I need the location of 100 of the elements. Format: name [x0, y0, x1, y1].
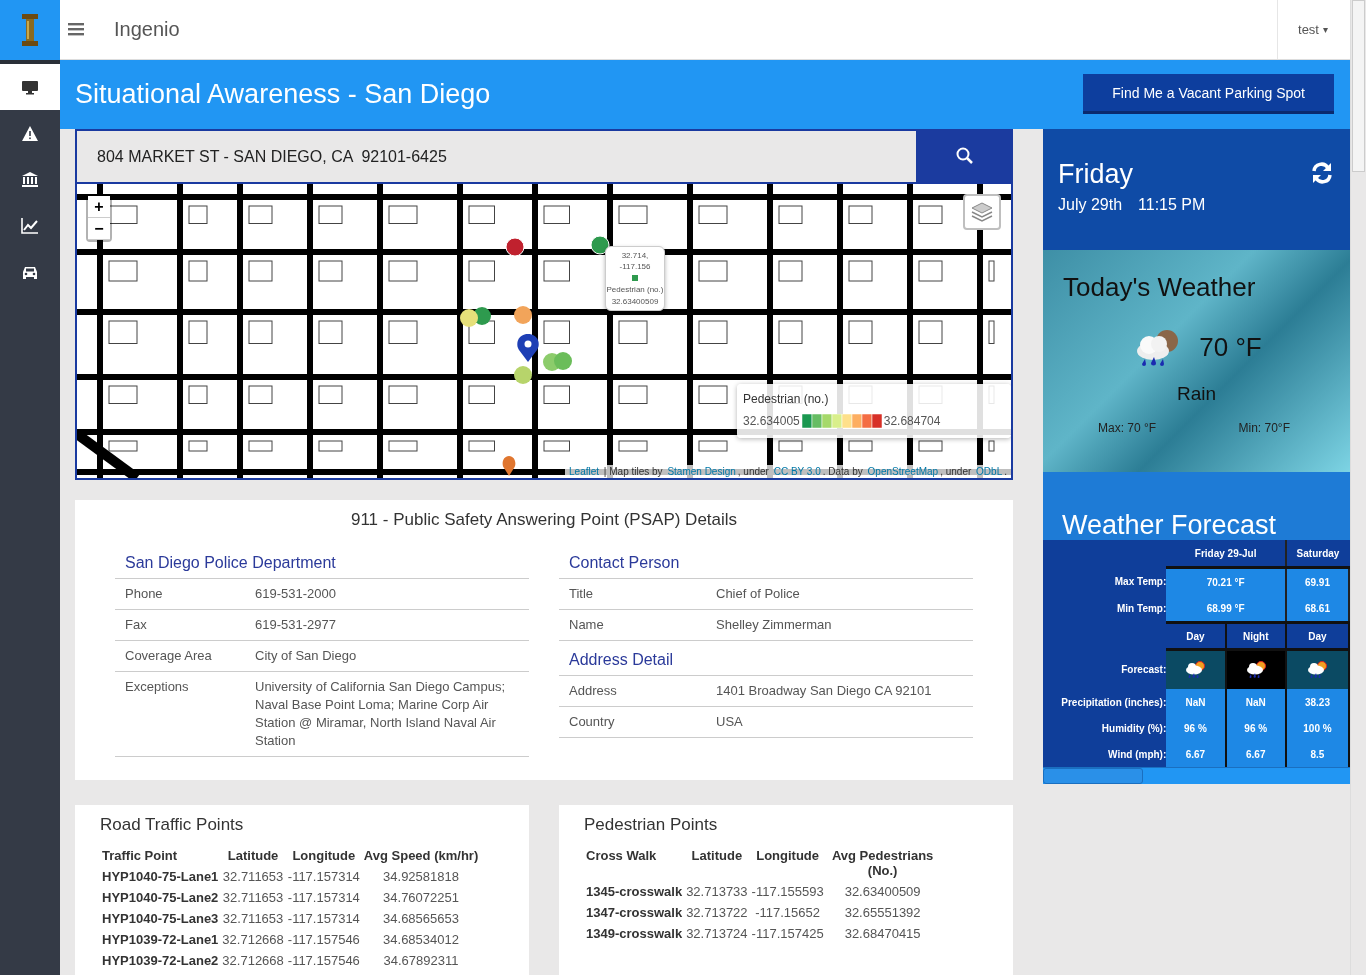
- table-cell-text: 34.76072251: [382, 889, 460, 907]
- table-cell-text: HYP1040-75-Lane1: [101, 868, 220, 886]
- table-cell: 6.67: [1166, 741, 1226, 767]
- table-cell-text: 32.713724: [685, 925, 749, 943]
- table-cell: 68.61: [1286, 595, 1349, 623]
- field-label: Phone: [125, 585, 164, 603]
- rain-cloud-icon: [1306, 659, 1329, 679]
- table-cell-text: 34.68534012: [382, 931, 460, 949]
- legend-title: Pedestrian (no.): [743, 392, 830, 406]
- column-header: Traffic Point: [101, 847, 179, 865]
- table-cell-text: 32.63400509: [843, 883, 922, 901]
- layers-button[interactable]: [963, 194, 1001, 230]
- refresh-icon: [1310, 160, 1334, 185]
- field-value: 619-531-2000: [255, 585, 337, 603]
- table-cell: 69.91: [1286, 567, 1349, 595]
- table-cell-text: 32.713733: [685, 883, 749, 901]
- table-cell-text: 32.65551392: [843, 904, 922, 922]
- table-cell-text: 32.711653: [221, 889, 285, 907]
- max-temp: Max: 70 °F: [1098, 421, 1157, 435]
- table-cell-text: HYP1039-72-Lane2: [101, 952, 220, 970]
- min-temp: Min: 70°F: [1238, 421, 1290, 435]
- column-header: Longitude: [755, 847, 820, 865]
- table-cell-text: -117.15652: [754, 904, 821, 922]
- layers-icon: [970, 201, 994, 223]
- table-cell-text: 32.711653: [221, 868, 285, 886]
- table-cell: 68.99 °F: [1166, 595, 1286, 623]
- horizontal-scrollbar[interactable]: [1043, 767, 1350, 784]
- card-title: Road Traffic Points: [100, 815, 245, 835]
- rain-cloud-icon: [1244, 659, 1267, 679]
- table-cell-text: -117.157546: [286, 931, 361, 949]
- parking-button[interactable]: Find Me a Vacant Parking Spot: [1083, 73, 1334, 114]
- table-cell-text: 32.712668: [221, 931, 285, 949]
- column-header: Avg Speed (km/hr): [362, 847, 480, 865]
- table-cell-text: 34.67892311: [382, 952, 460, 970]
- table-cell-text: HYP1039-72-Lane1: [101, 931, 220, 949]
- table-cell: 8.5: [1286, 741, 1349, 767]
- warning-icon: [21, 124, 39, 142]
- row-label: Humidity (%):: [1043, 715, 1167, 741]
- field-label: Country: [569, 713, 616, 731]
- table-cell: 70.21 °F: [1166, 567, 1286, 595]
- table-cell-text: -117.157425: [750, 925, 825, 943]
- table-cell-text: -117.157314: [286, 910, 361, 928]
- address-field[interactable]: 804 MARKET ST - SAN DIEGO, CA 92101-6425: [75, 129, 916, 182]
- table-cell-text: -117.157314: [286, 868, 361, 886]
- scrollbar-thumb[interactable]: [1043, 768, 1143, 784]
- time-text: 11:15 PM: [1138, 196, 1206, 214]
- table-cell-text: -117.157546: [286, 952, 361, 970]
- zoom-in-button[interactable]: +: [88, 196, 110, 218]
- table-cell-text: 1347-crosswalk: [585, 904, 684, 922]
- attribution-text: .: [1004, 466, 1007, 477]
- section-heading: San Diego Police Department: [115, 554, 529, 579]
- menu-icon: [68, 23, 84, 36]
- popup-label: Pedestrian (no.): [606, 284, 664, 295]
- column-header: Avg Pedestrians (No.): [830, 847, 935, 880]
- field-label: Name: [569, 616, 605, 634]
- vertical-scrollbar[interactable]: [1350, 0, 1366, 975]
- popup-coordinates: 32.714, -117.156: [618, 250, 652, 272]
- field-label: Exceptions: [125, 678, 190, 696]
- monitor-icon: [21, 78, 39, 96]
- field-value: 619-531-2977: [255, 616, 337, 634]
- column-header: Latitude: [226, 847, 280, 865]
- section-heading: Contact Person: [559, 554, 973, 579]
- zoom-out-button[interactable]: −: [88, 218, 110, 240]
- row-label: Precipitation (inches):: [1043, 689, 1167, 715]
- table-cell-text: -117.155593: [750, 883, 825, 901]
- legend-min: 32.634005: [743, 414, 800, 428]
- user-name: test: [1298, 22, 1319, 37]
- nav-item[interactable]: [0, 64, 60, 110]
- table-cell-text: 32.713722: [685, 904, 749, 922]
- table-cell: 96 %: [1225, 715, 1286, 741]
- field-value: City of San Diego: [255, 647, 358, 665]
- panel-title: Today's Weather: [1063, 272, 1257, 303]
- rain-cloud-icon: [1184, 659, 1207, 679]
- legend-max: 32.684704: [883, 414, 941, 428]
- table-cell-text: 1349-crosswalk: [585, 925, 684, 943]
- card-title: 911 - Public Safety Answering Point (PSAP) Details: [349, 510, 739, 530]
- field-value: University of California San Diego Campus; Naval Base Point Loma; Marine Corp Air Station @ Miramar, North Island Naval Air Station: [255, 678, 506, 750]
- field-label: Fax: [125, 616, 148, 634]
- attribution-text: , under: [737, 466, 770, 477]
- row-label: Forecast:: [1043, 649, 1167, 689]
- card-title: Pedestrian Points: [584, 815, 719, 835]
- condition-text: Rain: [1175, 383, 1218, 405]
- field-value: 1401 Broadway San Diego CA 92101: [716, 682, 933, 700]
- table-cell-text: HYP1040-75-Lane3: [101, 910, 220, 928]
- field-label: Coverage Area: [125, 647, 213, 665]
- attribution-text: , under: [940, 466, 973, 477]
- table-cell: 100 %: [1286, 715, 1349, 741]
- table-cell: 38.23: [1286, 689, 1349, 715]
- day-header: Saturday: [1286, 540, 1349, 568]
- date-text: July 29th: [1058, 196, 1123, 214]
- row-label: Min Temp:: [1043, 595, 1167, 623]
- page-title: Situational Awareness - San Diego: [75, 79, 491, 110]
- table-cell-text: HYP1040-75-Lane2: [101, 889, 220, 907]
- table-cell: 6.67: [1225, 741, 1286, 767]
- field-label: Title: [569, 585, 595, 603]
- column-header: Longitude: [291, 847, 357, 865]
- search-icon: [956, 147, 973, 164]
- table-cell-text: 32.712668: [221, 952, 285, 970]
- column-header: Latitude: [690, 847, 744, 865]
- bank-icon: [21, 170, 39, 188]
